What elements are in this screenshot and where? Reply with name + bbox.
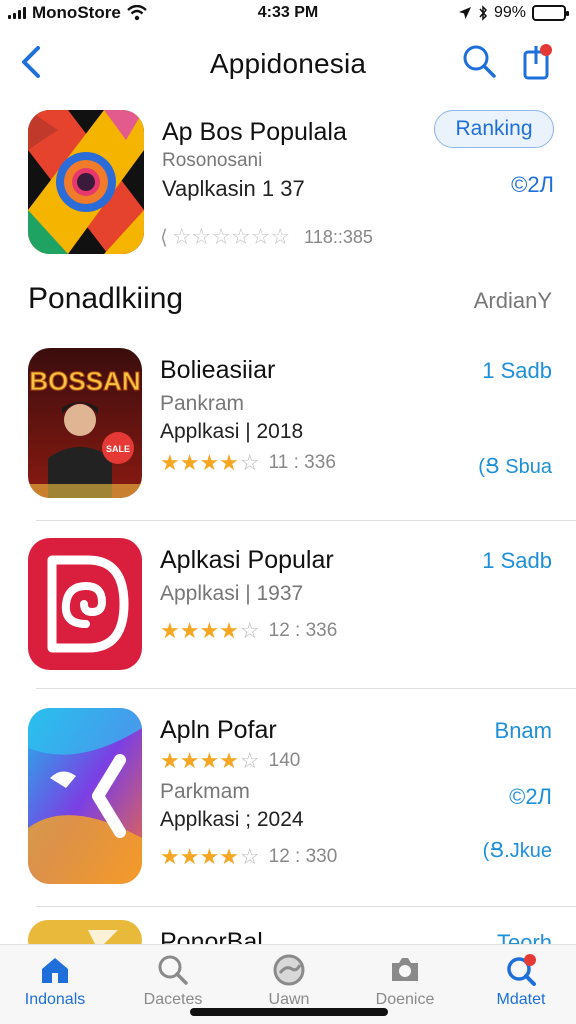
- star-rating: ☆☆☆☆☆☆: [171, 224, 291, 249]
- app-name: Apln Pofar: [160, 716, 277, 744]
- get-button[interactable]: Bnam: [495, 718, 552, 744]
- star-empty-icon: ☆: [239, 844, 260, 869]
- status-right: 99%: [458, 4, 569, 22]
- rating-count-top: 140: [268, 750, 301, 771]
- section-title: Ponadlkiing: [28, 282, 184, 315]
- star-rating: ★★★★ ☆ 12 : 336: [160, 618, 337, 644]
- star-empty-icon: ☆: [239, 450, 260, 475]
- star-rating: ★★★★ ☆ 12 : 330: [160, 844, 337, 870]
- tab-explore[interactable]: Uawn: [234, 953, 344, 1009]
- svg-text:SALE: SALE: [106, 444, 130, 454]
- app-developer: Parkmam: [160, 780, 250, 803]
- camera-icon: [392, 958, 418, 981]
- search-icon: [158, 955, 188, 985]
- share-icon[interactable]: [520, 42, 556, 82]
- star-rating: ★★★★ ☆ 11 : 336: [160, 450, 336, 476]
- featured-version: ©2Л: [511, 172, 554, 197]
- rating-count: 11 : 336: [268, 452, 336, 473]
- battery-percent: 99%: [493, 4, 526, 21]
- version-label: ©2Л: [509, 784, 552, 809]
- divider: [36, 906, 576, 907]
- featured-app-icon: [28, 110, 144, 254]
- list-item[interactable]: Apln Pofar ★★★★ ☆ 140 Parkmam Applkasi ; …: [0, 708, 576, 888]
- section-header: Ponadlkiing ArdianY: [0, 282, 576, 322]
- tab-label: Dacetes: [143, 991, 203, 1008]
- divider: [36, 520, 576, 521]
- app-icon: [28, 920, 142, 944]
- tab-today[interactable]: Indonals: [0, 953, 110, 1009]
- star-empty-icon: ☆: [239, 748, 260, 773]
- navigation-bar: Appidonesia: [0, 34, 576, 94]
- divider: [36, 688, 576, 689]
- rating-count: 12 : 336: [268, 620, 338, 641]
- globe-icon: [273, 954, 305, 986]
- app-icon: [28, 708, 142, 884]
- star-empty-icon: ☆: [239, 618, 260, 643]
- list-item[interactable]: BOSSAN SALE Bolieasiiar Pankram Applkasi…: [0, 348, 576, 508]
- app-icon-text: BOSSAN: [29, 366, 140, 396]
- star-rating-top: ★★★★ ☆ 140: [160, 748, 300, 774]
- tab-label: Indonals: [24, 991, 86, 1008]
- ranking-button[interactable]: Ranking: [434, 110, 554, 148]
- featured-app-name: Ap Bos Populala: [162, 118, 347, 146]
- tab-camera[interactable]: Doenice: [350, 953, 460, 1009]
- tab-label: Doenice: [375, 991, 435, 1008]
- featured-app-category: Vaplkasin 1 37: [162, 176, 305, 201]
- app-category: Applkasi ; 2024: [160, 808, 304, 831]
- list-item[interactable]: PonorBal Teorh: [0, 920, 576, 944]
- list-item[interactable]: Aplkasi Popular Applkasi | 1937 ★★★★ ☆ 12…: [0, 538, 576, 678]
- tab-updates[interactable]: Mdatet: [466, 953, 576, 1009]
- search-icon[interactable]: [460, 42, 500, 82]
- search-badge-icon: [507, 954, 536, 986]
- tab-label: Uawn: [268, 991, 310, 1008]
- status-bar: MonoStore 4:33 PM 99%: [0, 0, 576, 26]
- secondary-action[interactable]: (Ց Sbua: [478, 454, 552, 479]
- house-icon: [42, 958, 68, 983]
- see-all-link[interactable]: ArdianY: [474, 288, 552, 314]
- app-developer: Pankram: [160, 392, 245, 415]
- star-icon: ★★★★: [160, 450, 239, 475]
- rating-count: 118::385: [304, 226, 373, 247]
- get-button[interactable]: 1 Sadb: [482, 358, 552, 384]
- star-icon: ★★★★: [160, 618, 239, 643]
- app-name: PonorBal: [160, 928, 263, 944]
- star-icon: ★★★★: [160, 844, 239, 869]
- tab-label: Mdatet: [496, 991, 546, 1008]
- rating-count: 12 : 330: [268, 846, 338, 867]
- app-icon: BOSSAN SALE: [28, 348, 142, 498]
- app-name: Aplkasi Popular: [160, 546, 334, 574]
- app-category: Applkasi | 2018: [160, 420, 304, 443]
- featured-app-card[interactable]: Ap Bos Populala Rosonosani Vaplkasin 1 3…: [0, 108, 576, 258]
- get-button[interactable]: Teorh: [497, 930, 552, 944]
- star-icon: ★★★★: [160, 748, 239, 773]
- location-icon: [458, 7, 471, 19]
- secondary-action[interactable]: (Ց.Jkue: [483, 838, 552, 863]
- app-name: Bolieasiiar: [160, 356, 276, 384]
- home-indicator[interactable]: [190, 1008, 388, 1016]
- app-icon: [28, 538, 142, 670]
- featured-app-subtitle: Rosonosani: [162, 150, 263, 171]
- featured-app-rating: ⟨ ☆☆☆☆☆☆ 118::385: [160, 224, 373, 250]
- app-category: Applkasi | 1937: [160, 582, 304, 605]
- share-arrow-icon: ⟨: [160, 226, 168, 249]
- battery-icon: [532, 5, 569, 21]
- tab-search[interactable]: Dacetes: [118, 953, 228, 1009]
- bluetooth-icon: [479, 5, 487, 21]
- get-button[interactable]: 1 Sadb: [482, 548, 552, 574]
